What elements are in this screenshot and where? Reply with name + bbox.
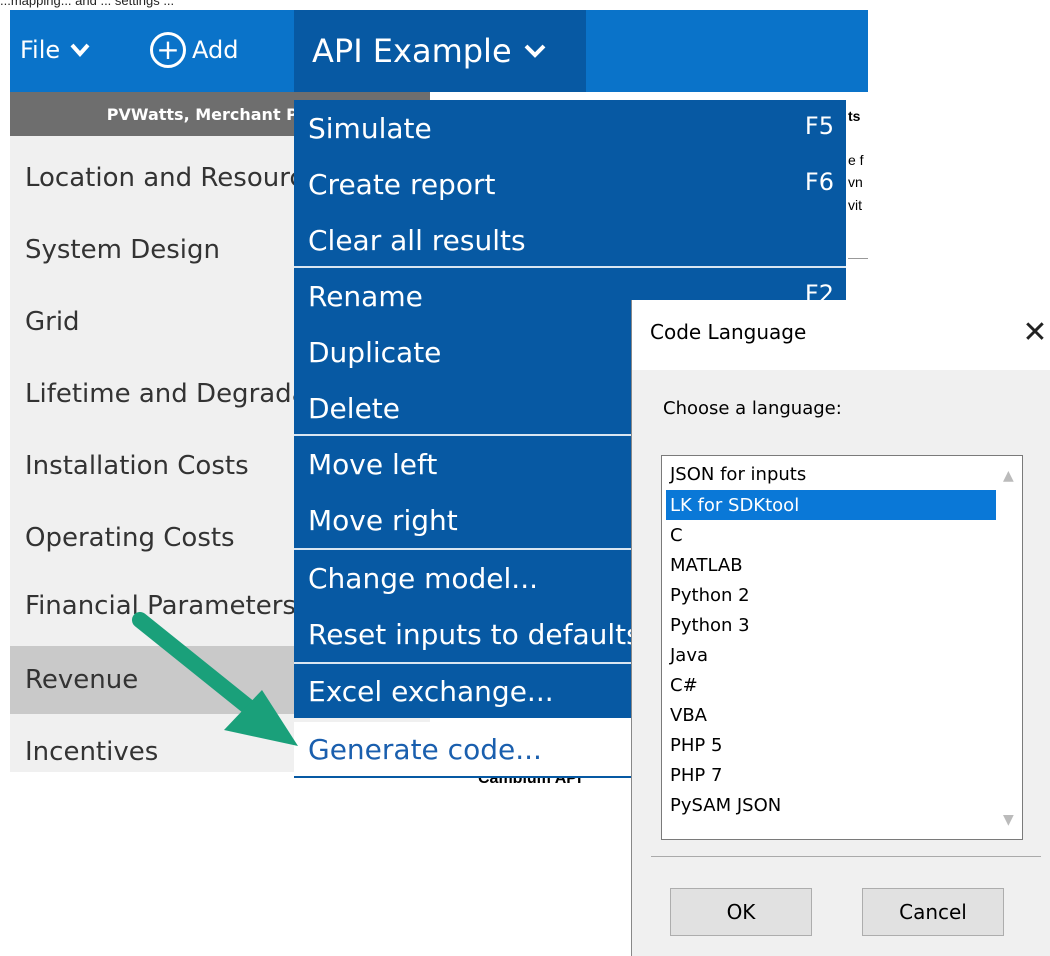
- list-item[interactable]: Java: [666, 640, 996, 670]
- scroll-up-icon[interactable]: ▲: [1003, 468, 1014, 484]
- case-tab-api-example[interactable]: API Example: [294, 10, 586, 92]
- menu-item-label: Rename: [308, 279, 423, 313]
- list-item[interactable]: LK for SDKtool: [666, 490, 996, 520]
- list-item[interactable]: VBA: [666, 700, 996, 730]
- chevron-down-icon: [524, 44, 546, 58]
- divider: [848, 258, 868, 259]
- dialog-title: Code Language: [650, 320, 807, 344]
- menu-item-clear-results[interactable]: Clear all results: [294, 212, 846, 268]
- menu-item-label: Move right: [308, 503, 458, 537]
- list-item[interactable]: C: [666, 520, 996, 550]
- list-item[interactable]: Python 2: [666, 580, 996, 610]
- list-item[interactable]: MATLAB: [666, 550, 996, 580]
- cropped-text-strip: ...mapping... and ... settings ...: [0, 0, 175, 8]
- main-text-fragment: vit: [848, 197, 862, 213]
- dialog-prompt: Choose a language:: [663, 398, 842, 419]
- menu-item-simulate[interactable]: Simulate F5: [294, 100, 846, 156]
- add-label: Add: [192, 36, 239, 64]
- file-menu-button[interactable]: File: [20, 28, 90, 72]
- main-text-fragment: e f: [848, 152, 864, 168]
- list-item[interactable]: JSON for inputs: [666, 459, 996, 489]
- list-item[interactable]: PHP 5: [666, 730, 996, 760]
- list-item[interactable]: PHP 7: [666, 760, 996, 790]
- ok-button[interactable]: OK: [670, 888, 812, 936]
- cancel-button[interactable]: Cancel: [862, 888, 1004, 936]
- plus-circle-icon: +: [150, 32, 186, 68]
- menu-item-label: Change model...: [308, 561, 538, 595]
- add-case-button[interactable]: + Add: [150, 28, 238, 72]
- menu-item-label: Move left: [308, 447, 438, 481]
- list-item[interactable]: C#: [666, 670, 996, 700]
- main-heading-fragment: ts: [848, 108, 861, 124]
- list-item[interactable]: PySAM JSON: [666, 790, 996, 820]
- menu-item-label: Delete: [308, 391, 400, 425]
- menu-item-label: Generate code...: [308, 732, 542, 766]
- dialog-separator: [651, 856, 1041, 857]
- menu-item-label: Excel exchange...: [308, 674, 554, 708]
- menu-shortcut: F5: [804, 112, 834, 140]
- menu-item-create-report[interactable]: Create report F6: [294, 156, 846, 212]
- menu-item-label: Reset inputs to defaults: [308, 617, 641, 651]
- menu-item-label: Simulate: [308, 111, 432, 145]
- scroll-down-icon[interactable]: ▼: [1003, 812, 1014, 828]
- case-tab-label: API Example: [312, 32, 512, 70]
- menu-shortcut: F6: [804, 168, 834, 196]
- menu-item-label: Create report: [308, 167, 496, 201]
- close-icon[interactable]: ✕: [1018, 310, 1050, 354]
- main-text-fragment: vn: [848, 174, 863, 190]
- chevron-down-icon: [70, 43, 90, 57]
- file-label: File: [20, 36, 61, 64]
- list-item[interactable]: Python 3: [666, 610, 996, 640]
- menu-item-label: Clear all results: [308, 223, 526, 257]
- menu-item-label: Duplicate: [308, 335, 442, 369]
